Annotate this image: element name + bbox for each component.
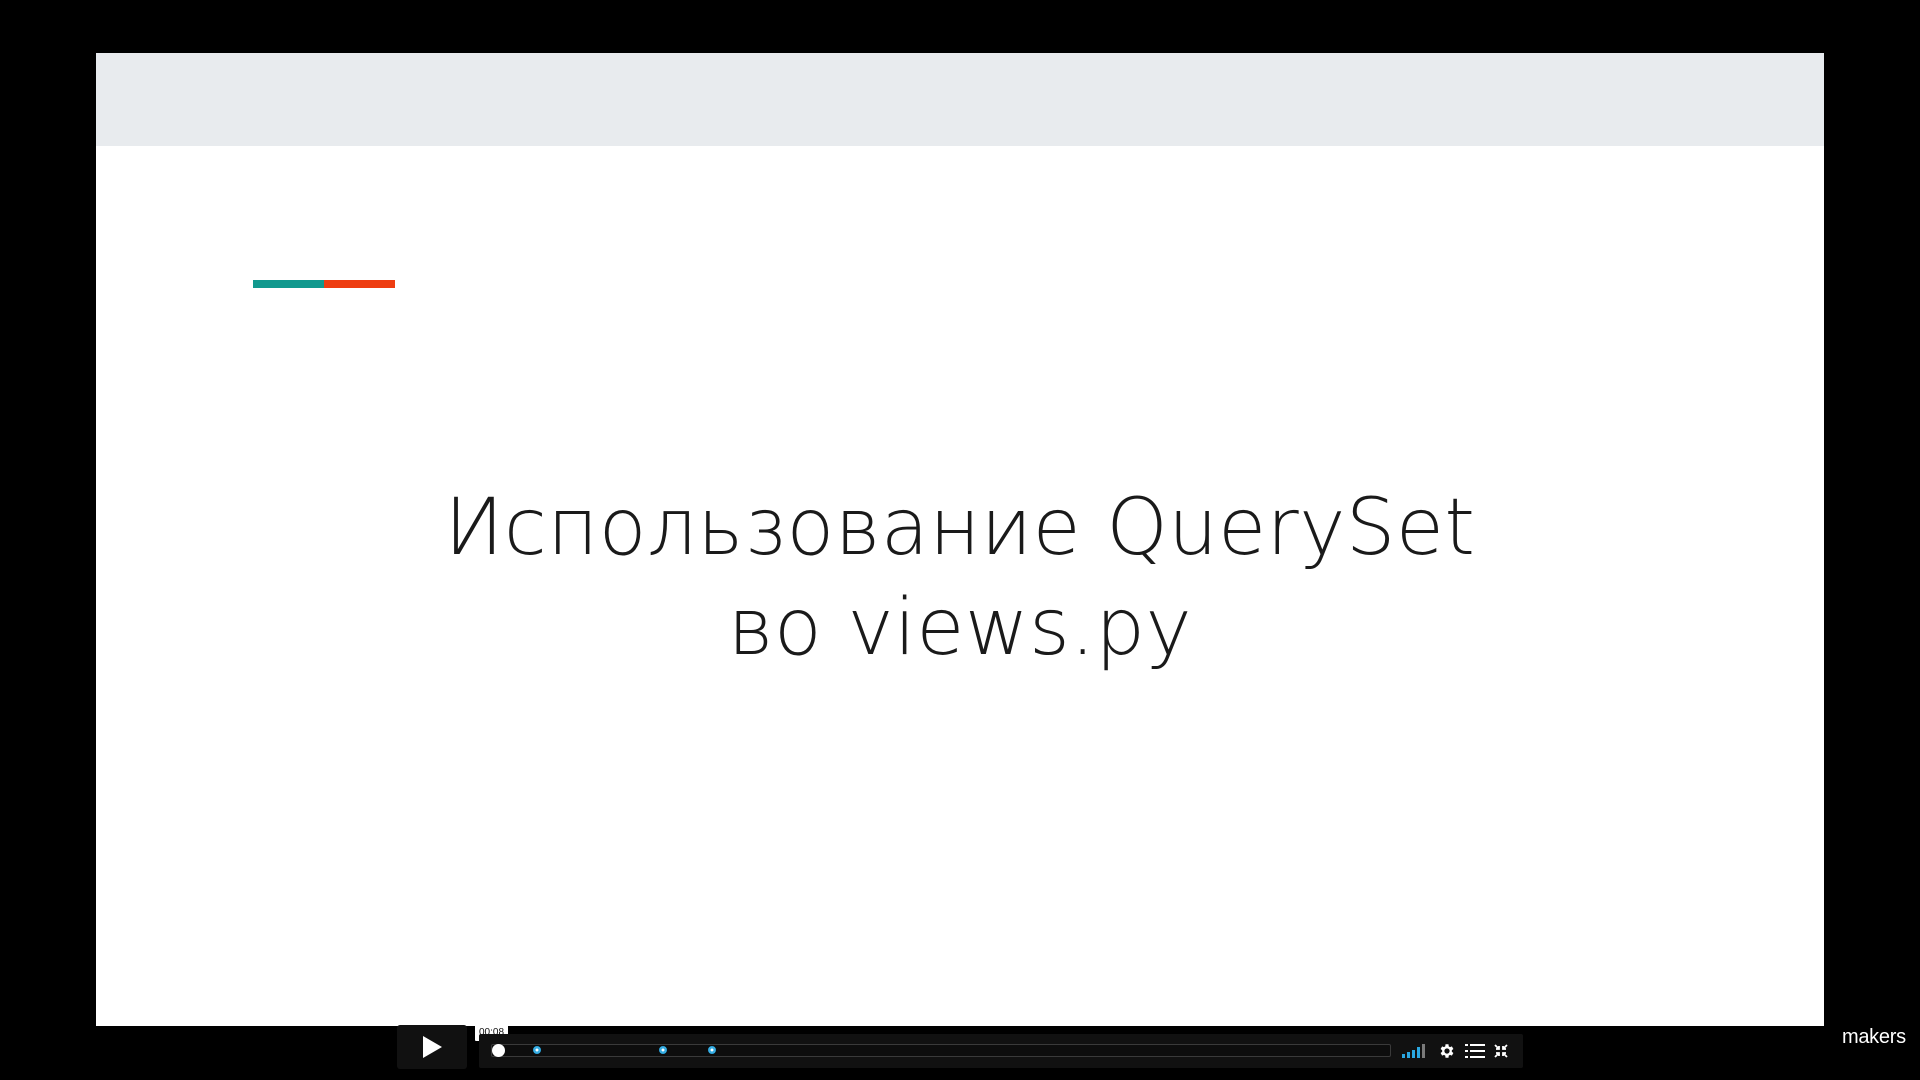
chapter-marker[interactable] bbox=[532, 1046, 541, 1054]
playhead-handle[interactable] bbox=[492, 1044, 505, 1057]
chapter-marker[interactable] bbox=[658, 1046, 667, 1054]
progress-timeline[interactable] bbox=[491, 1044, 1391, 1057]
fullscreen-exit-icon[interactable] bbox=[1491, 1041, 1511, 1061]
gear-icon[interactable] bbox=[1437, 1041, 1457, 1061]
volume-bars-icon[interactable] bbox=[1401, 1041, 1429, 1061]
slide-header-band bbox=[96, 53, 1824, 146]
accent-bar bbox=[253, 280, 395, 288]
slide-title: Использование QuerySet во views.py bbox=[96, 478, 1824, 678]
brand-logo: makers bbox=[1842, 1026, 1906, 1048]
accent-bar-orange bbox=[324, 280, 395, 288]
video-player[interactable]: Использование QuerySet во views.py 00:08 bbox=[0, 0, 1920, 1080]
slide-title-line1: Использование QuerySet bbox=[444, 483, 1476, 573]
accent-bar-teal bbox=[253, 280, 324, 288]
controls-bar bbox=[479, 1034, 1523, 1068]
play-icon bbox=[423, 1036, 442, 1058]
list-icon[interactable] bbox=[1465, 1041, 1485, 1061]
chapter-marker[interactable] bbox=[708, 1046, 716, 1054]
slide: Использование QuerySet во views.py bbox=[96, 53, 1824, 1026]
slide-title-line2: во views.py bbox=[727, 583, 1193, 673]
play-button[interactable] bbox=[397, 1025, 467, 1069]
